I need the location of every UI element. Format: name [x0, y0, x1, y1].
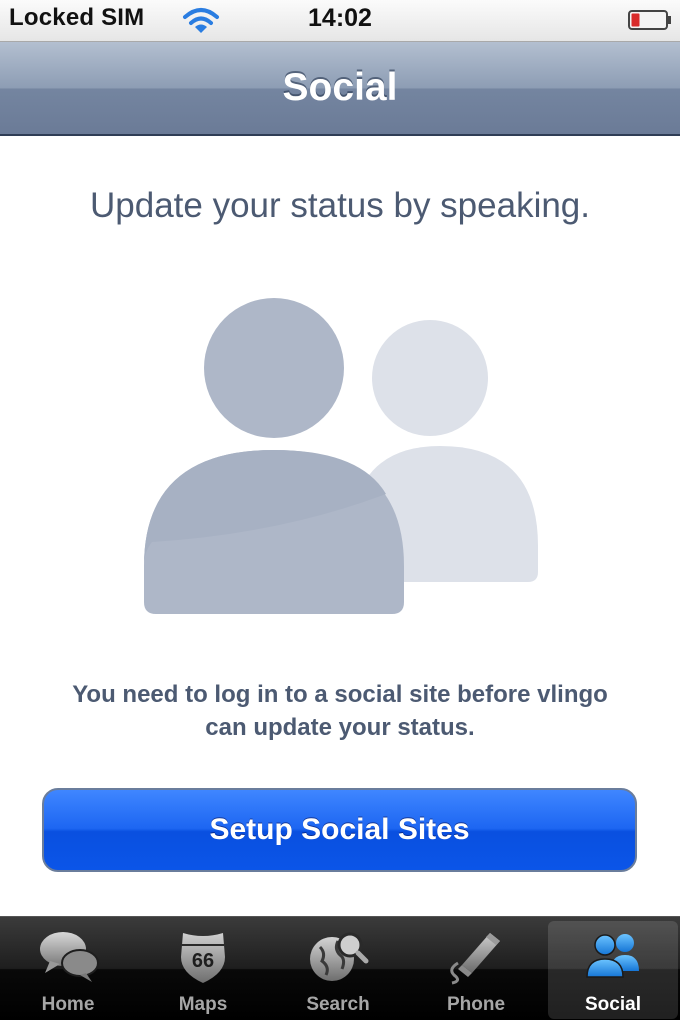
phone-handset-icon: [450, 933, 500, 985]
people-icon: [144, 298, 538, 614]
battery-icon: [628, 10, 671, 30]
login-message: You need to log in to a social site befo…: [0, 678, 680, 744]
people-icon: [586, 934, 639, 978]
page-title: Social: [282, 66, 398, 109]
status-bar: Locked SIM 14:02: [0, 0, 680, 42]
tab-phone[interactable]: Phone: [411, 921, 541, 1019]
tab-social[interactable]: Social: [548, 921, 678, 1019]
tab-label-maps: Maps: [178, 994, 228, 1015]
tab-label-phone: Phone: [446, 994, 506, 1015]
login-message-line-2: can update your status.: [205, 714, 475, 741]
tab-bar: Home 66 Maps Search Phone Social: [0, 916, 680, 1020]
maps-route-number: 66: [192, 950, 214, 972]
tab-label-social: Social: [585, 994, 641, 1015]
headline: Update your status by speaking.: [89, 186, 590, 225]
globe-search-icon: [310, 932, 369, 981]
tab-maps[interactable]: 66 Maps: [138, 921, 268, 1019]
tab-label-search: Search: [306, 994, 370, 1015]
speech-bubbles-icon: [40, 932, 99, 982]
login-message-line-1: You need to log in to a social site befo…: [72, 681, 608, 708]
tab-label-home: Home: [41, 994, 95, 1015]
tab-home[interactable]: Home: [3, 921, 133, 1019]
tab-search[interactable]: Search: [273, 921, 403, 1019]
route-shield-icon: 66: [181, 933, 225, 983]
setup-social-sites-button[interactable]: Setup Social Sites: [42, 788, 637, 872]
nav-bar: Social: [0, 42, 680, 136]
clock: 14:02: [308, 4, 372, 32]
